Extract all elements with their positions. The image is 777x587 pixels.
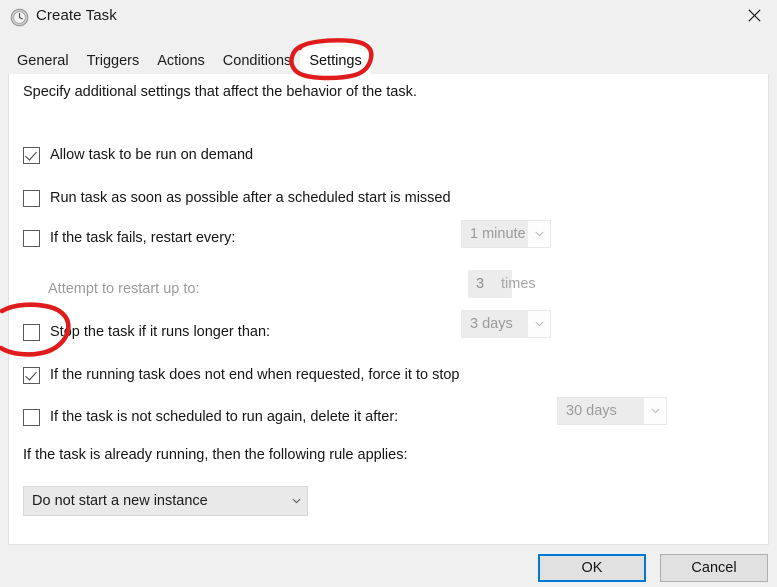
- clock-icon: [10, 8, 29, 27]
- tab-label: Conditions: [222, 52, 292, 69]
- combo-restart-interval-value: 1 minute: [462, 221, 528, 247]
- row-restart-on-failure[interactable]: If the task fails, restart every:: [23, 228, 235, 248]
- cancel-button-label: Cancel: [691, 560, 737, 576]
- tab-label: General: [17, 52, 69, 69]
- ok-button[interactable]: OK: [538, 554, 646, 582]
- label-force-stop-if-not-ending: If the running task does not end when re…: [50, 367, 460, 383]
- chevron-down-icon: [528, 321, 550, 327]
- label-already-running-text: If the task is already running, then the…: [23, 447, 408, 463]
- checkbox-restart-on-failure[interactable]: [23, 229, 40, 247]
- label-stop-if-runs-longer-than: Stop the task if it runs longer than:: [50, 324, 271, 340]
- settings-tab-panel: Specify additional settings that affect …: [8, 74, 769, 545]
- row-stop-if-runs-longer-than[interactable]: Stop the task if it runs longer than:: [23, 322, 270, 342]
- tab-label: Actions: [157, 52, 205, 69]
- checkbox-delete-if-not-rescheduled[interactable]: [23, 408, 40, 426]
- cancel-button[interactable]: Cancel: [660, 554, 768, 582]
- tab-label: Settings: [309, 52, 362, 69]
- label-restart-on-failure: If the task fails, restart every:: [50, 230, 236, 246]
- chevron-down-icon: [528, 231, 550, 237]
- label-restart-attempts-unit: times: [501, 276, 536, 292]
- chevron-down-icon: [285, 498, 307, 504]
- combo-delete-after-value: 30 days: [558, 398, 644, 424]
- combo-already-running-rule-value: Do not start a new instance: [24, 487, 285, 515]
- title-bar: Create Task: [0, 0, 777, 37]
- label-delete-if-not-rescheduled: If the task is not scheduled to run agai…: [50, 409, 399, 425]
- combo-stop-after-value: 3 days: [462, 311, 528, 337]
- combo-delete-after[interactable]: 30 days: [557, 397, 667, 425]
- create-task-dialog: Create Task General Triggers Actions Con…: [0, 0, 777, 587]
- checkbox-force-stop-if-not-ending[interactable]: [23, 366, 40, 384]
- row-attempt-restart-count: Attempt to restart up to:: [48, 279, 200, 299]
- row-allow-run-on-demand[interactable]: Allow task to be run on demand: [23, 145, 253, 165]
- chevron-down-icon: [644, 408, 666, 414]
- checkbox-run-asap-after-missed-start[interactable]: [23, 189, 40, 207]
- row-delete-if-not-rescheduled[interactable]: If the task is not scheduled to run agai…: [23, 407, 398, 427]
- panel-description: Specify additional settings that affect …: [23, 84, 417, 100]
- label-attempt-restart-count: Attempt to restart up to:: [48, 281, 200, 297]
- tab-strip: General Triggers Actions Conditions Sett…: [0, 37, 777, 79]
- checkbox-stop-if-runs-longer-than[interactable]: [23, 323, 40, 341]
- combo-already-running-rule[interactable]: Do not start a new instance: [23, 486, 308, 516]
- close-icon[interactable]: [731, 0, 777, 31]
- row-run-asap-after-missed-start[interactable]: Run task as soon as possible after a sch…: [23, 188, 451, 208]
- label-already-running: If the task is already running, then the…: [23, 445, 407, 465]
- label-run-asap-after-missed-start: Run task as soon as possible after a sch…: [50, 190, 451, 206]
- row-force-stop-if-not-ending[interactable]: If the running task does not end when re…: [23, 365, 459, 385]
- label-allow-run-on-demand: Allow task to be run on demand: [50, 147, 254, 163]
- combo-restart-interval[interactable]: 1 minute: [461, 220, 551, 248]
- checkbox-allow-run-on-demand[interactable]: [23, 146, 40, 164]
- ok-button-label: OK: [581, 560, 603, 576]
- window-title: Create Task: [36, 7, 117, 24]
- combo-stop-after[interactable]: 3 days: [461, 310, 551, 338]
- tab-label: Triggers: [86, 52, 140, 69]
